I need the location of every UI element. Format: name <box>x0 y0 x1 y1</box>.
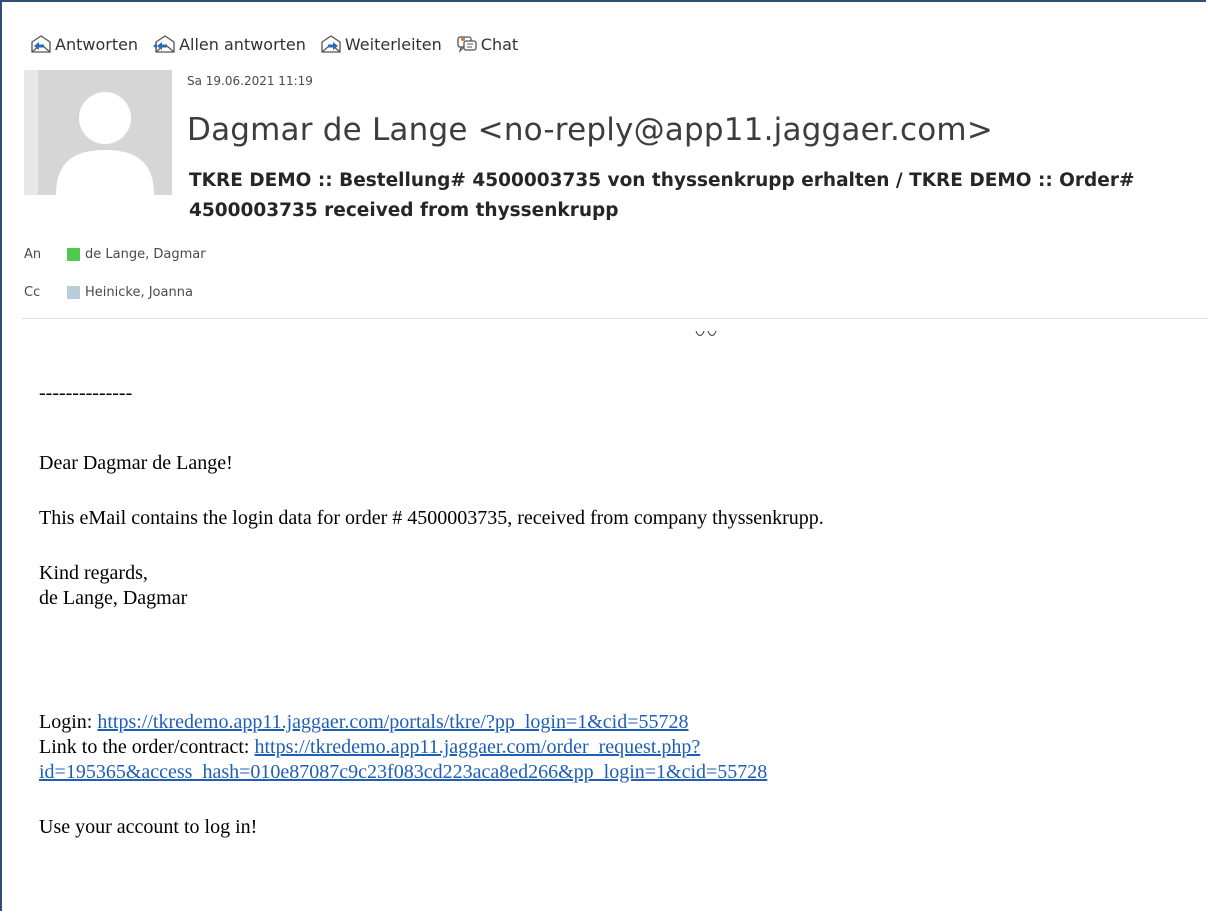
cc-row: Cc Heinicke, Joanna <box>24 285 193 300</box>
sent-date: Sa 19.06.2021 11:19 <box>187 74 313 88</box>
forward-button[interactable]: Weiterleiten <box>320 34 442 54</box>
sender-avatar <box>24 70 172 195</box>
clipped-image-fragment <box>695 330 717 336</box>
order-line: Link to the order/contract: https://tkre… <box>39 735 1199 760</box>
closing-text: Kind regards, <box>39 562 148 584</box>
forward-icon <box>321 35 341 53</box>
order-line-continued: id=195365&access_hash=010e87087c9c23f083… <box>39 760 1199 785</box>
signature-text: de Lange, Dagmar <box>39 587 188 609</box>
header-divider <box>22 318 1208 319</box>
reply-icon <box>31 35 51 53</box>
cc-label: Cc <box>24 285 41 300</box>
reply-label: Antworten <box>55 34 139 54</box>
login-line: Login: https://tkredemo.app11.jaggaer.co… <box>39 710 1199 735</box>
order-label: Link to the order/contract: <box>39 736 255 758</box>
reply-button[interactable]: Antworten <box>30 34 138 54</box>
message-text: This eMail contains the login data for o… <box>39 507 824 529</box>
to-presence-indicator <box>67 248 80 261</box>
footer-text: Use your account to log in! <box>39 816 258 838</box>
sender-name[interactable]: Dagmar de Lange <no-reply@app11.jaggaer.… <box>187 112 993 148</box>
order-link-part1[interactable]: https://tkredemo.app11.jaggaer.com/order… <box>254 736 700 758</box>
cc-presence-indicator <box>67 286 80 299</box>
chat-button[interactable]: Chat <box>456 34 518 54</box>
greeting-text: Dear Dagmar de Lange! <box>39 452 233 474</box>
reply-all-icon <box>153 35 175 53</box>
reply-all-label: Allen antworten <box>179 34 306 54</box>
subject-line: TKRE DEMO :: Bestellung# 4500003735 von … <box>189 170 1135 221</box>
message-body: -------------- Dear Dagmar de Lange! Thi… <box>39 381 1199 840</box>
separator-line: -------------- <box>39 382 133 404</box>
cc-recipient[interactable]: Heinicke, Joanna <box>85 285 193 300</box>
chat-label: Chat <box>480 34 519 54</box>
reply-all-button[interactable]: Allen antworten <box>152 34 306 54</box>
avatar-icon <box>56 92 154 195</box>
message-toolbar: Antworten Allen antworten Weiterleiten C… <box>30 31 532 57</box>
to-label: An <box>24 247 42 262</box>
to-row: An de Lange, Dagmar <box>24 247 206 262</box>
login-link[interactable]: https://tkredemo.app11.jaggaer.com/porta… <box>97 711 688 733</box>
login-label: Login: <box>39 711 98 733</box>
forward-label: Weiterleiten <box>344 34 442 54</box>
order-link-part2[interactable]: id=195365&access_hash=010e87087c9c23f083… <box>39 761 767 783</box>
to-recipient[interactable]: de Lange, Dagmar <box>85 247 206 262</box>
chat-icon <box>457 36 477 53</box>
